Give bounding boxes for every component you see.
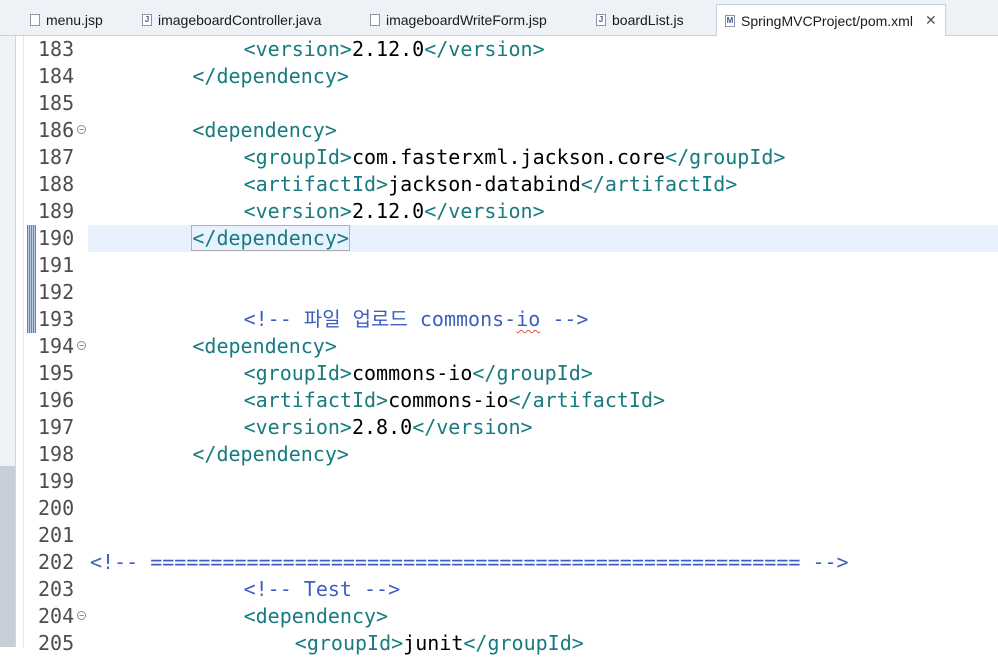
tab-0[interactable]: menu.jsp bbox=[30, 6, 103, 34]
line-number: 184 bbox=[38, 64, 75, 88]
line-number: 200 bbox=[38, 496, 75, 520]
code-line[interactable]: 203 <!-- Test --> bbox=[0, 576, 998, 603]
line-number: 192 bbox=[38, 280, 75, 304]
code-text: </dependency> bbox=[192, 442, 349, 466]
code-text: <groupId>commons-io</groupId> bbox=[243, 361, 593, 385]
line-number: 189 bbox=[38, 199, 75, 223]
code-line[interactable]: 195 <groupId>commons-io</groupId> bbox=[0, 360, 998, 387]
code-text: <groupId>junit</groupId> bbox=[294, 631, 584, 655]
line-number: 194 bbox=[38, 334, 75, 358]
line-number: 193 bbox=[38, 307, 75, 331]
jsp-file-icon bbox=[30, 14, 40, 26]
code-text: <artifactId>jackson-databind</artifactId… bbox=[243, 172, 738, 196]
code-line[interactable]: 194− <dependency> bbox=[0, 333, 998, 360]
tab-4[interactable]: M SpringMVCProject/pom.xml ✕ bbox=[716, 4, 946, 36]
collapse-fold-icon[interactable]: − bbox=[77, 611, 86, 620]
line-number: 186 bbox=[38, 118, 75, 142]
line-number: 191 bbox=[38, 253, 75, 277]
line-number: 197 bbox=[38, 415, 75, 439]
line-number: 203 bbox=[38, 577, 75, 601]
tab-2[interactable]: imageboardWriteForm.jsp bbox=[370, 6, 547, 34]
current-line[interactable]: 190 </dependency> bbox=[0, 225, 998, 252]
tab-label: menu.jsp bbox=[46, 12, 103, 28]
code-text: <groupId>com.fasterxml.jackson.core</gro… bbox=[243, 145, 786, 169]
line-number: 183 bbox=[38, 37, 75, 61]
code-line[interactable]: 202 <!-- ================================… bbox=[0, 549, 998, 576]
code-text: </dependency> bbox=[192, 64, 349, 88]
code-line[interactable]: 197 <version>2.8.0</version> bbox=[0, 414, 998, 441]
code-line[interactable]: 198 </dependency> bbox=[0, 441, 998, 468]
change-marker bbox=[27, 279, 36, 306]
line-number: 199 bbox=[38, 469, 75, 493]
code-line[interactable]: 201 bbox=[0, 522, 998, 549]
code-line[interactable]: 199 bbox=[0, 468, 998, 495]
code-line[interactable]: 192 bbox=[0, 279, 998, 306]
code-line[interactable]: 205 <groupId>junit</groupId> bbox=[0, 630, 998, 657]
editor-tab-bar: menu.jsp JimageboardController.java imageb… bbox=[0, 0, 998, 36]
code-text: <version>2.12.0</version> bbox=[243, 37, 545, 61]
code-text: <dependency> bbox=[243, 604, 389, 628]
line-number: 187 bbox=[38, 145, 75, 169]
line-number: 195 bbox=[38, 361, 75, 385]
jsp-file-icon bbox=[370, 14, 380, 26]
code-text: <version>2.8.0</version> bbox=[243, 415, 533, 439]
code-line[interactable]: 183 <version>2.12.0</version> bbox=[0, 36, 998, 63]
code-text: </dependency> bbox=[191, 225, 350, 251]
line-number: 196 bbox=[38, 388, 75, 412]
code-text: <!-- 파일 업로드 commons-io --> bbox=[243, 307, 589, 331]
code-line[interactable]: 204− <dependency> bbox=[0, 603, 998, 630]
close-tab-icon[interactable]: ✕ bbox=[925, 12, 937, 29]
code-text: <dependency> bbox=[192, 334, 337, 358]
code-line[interactable]: 186− <dependency> bbox=[0, 117, 998, 144]
tab-label: SpringMVCProject/pom.xml bbox=[741, 12, 913, 29]
code-text: <!-- Test --> bbox=[243, 577, 401, 601]
code-text: <version>2.12.0</version> bbox=[243, 199, 545, 223]
tab-3[interactable]: JboardList.js bbox=[596, 6, 684, 34]
collapse-fold-icon[interactable]: − bbox=[77, 125, 86, 134]
change-marker bbox=[27, 252, 36, 279]
code-line[interactable]: 193 <!-- 파일 업로드 commons-io --> bbox=[0, 306, 998, 333]
code-line[interactable]: 187 <groupId>com.fasterxml.jackson.core</… bbox=[0, 144, 998, 171]
line-number: 188 bbox=[38, 172, 75, 196]
code-text: <artifactId>commons-io</artifactId> bbox=[243, 388, 666, 412]
line-number: 204 bbox=[38, 604, 75, 628]
collapse-fold-icon[interactable]: − bbox=[77, 341, 86, 350]
java-file-icon: J bbox=[142, 14, 152, 26]
change-marker bbox=[27, 306, 36, 333]
line-number: 205 bbox=[38, 631, 75, 655]
code-text: <dependency> bbox=[192, 118, 337, 142]
tab-label: boardList.js bbox=[612, 12, 684, 28]
maven-pom-icon: M bbox=[725, 14, 735, 27]
tab-label: imageboardWriteForm.jsp bbox=[386, 12, 547, 28]
code-line[interactable]: 185 bbox=[0, 90, 998, 117]
line-number: 185 bbox=[38, 91, 75, 115]
line-number: 201 bbox=[38, 523, 75, 547]
code-line[interactable]: 196 <artifactId>commons-io</artifactId> bbox=[0, 387, 998, 414]
line-number: 202 bbox=[38, 550, 75, 574]
code-line[interactable]: 189 <version>2.12.0</version> bbox=[0, 198, 998, 225]
tab-label: imageboardController.java bbox=[158, 12, 322, 28]
code-line[interactable]: 200 bbox=[0, 495, 998, 522]
js-file-icon: J bbox=[596, 14, 606, 26]
code-text: <!-- ===================================… bbox=[90, 550, 849, 574]
line-number: 190 bbox=[38, 226, 75, 250]
change-marker bbox=[27, 225, 36, 252]
code-line[interactable]: 191 bbox=[0, 252, 998, 279]
text-caret bbox=[348, 227, 350, 249]
code-line[interactable]: 184 </dependency> bbox=[0, 63, 998, 90]
line-number: 198 bbox=[38, 442, 75, 466]
tab-1[interactable]: JimageboardController.java bbox=[142, 6, 321, 34]
code-line[interactable]: 188 <artifactId>jackson-databind</artifac… bbox=[0, 171, 998, 198]
